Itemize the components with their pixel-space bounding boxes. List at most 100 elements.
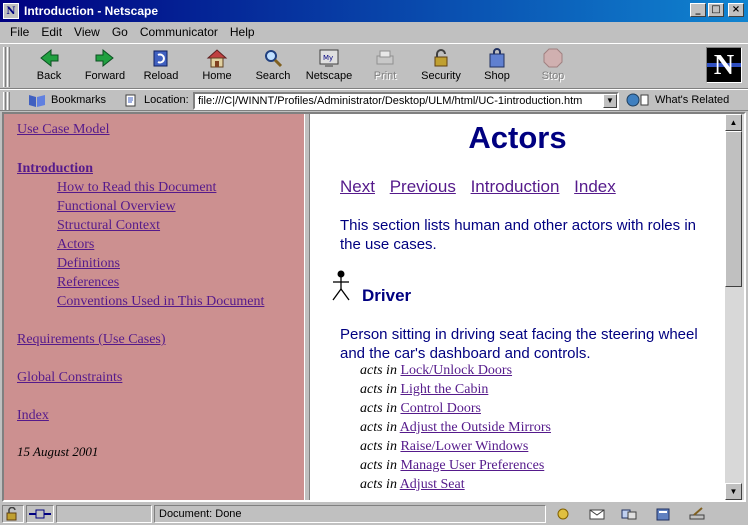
search-label: Search xyxy=(255,70,291,82)
actor-stick-figure-icon xyxy=(332,270,350,301)
stop-icon xyxy=(543,48,563,68)
url-field[interactable]: file:///C|/WINNT/Profiles/Administrator/… xyxy=(193,92,619,110)
address-book-component-icon[interactable] xyxy=(654,507,672,521)
menu-view[interactable]: View xyxy=(74,25,100,39)
back-button[interactable]: Back xyxy=(23,47,75,87)
nav-link-requirements[interactable]: Requirements (Use Cases) xyxy=(17,332,166,348)
nav-link-global-constraints[interactable]: Global Constraints xyxy=(17,370,122,386)
menu-help[interactable]: Help xyxy=(230,25,255,39)
security-button[interactable]: Security xyxy=(415,47,467,87)
maximize-button[interactable]: □ xyxy=(708,3,724,17)
scroll-down-button[interactable]: ▼ xyxy=(725,483,742,500)
print-button[interactable]: Print xyxy=(359,47,411,87)
url-dropdown-button[interactable]: ▼ xyxy=(603,94,617,108)
resize-grip[interactable] xyxy=(724,505,746,523)
online-plug-icon xyxy=(29,509,51,519)
nav-link-how-to-read[interactable]: How to Read this Document xyxy=(57,180,216,196)
menu-bar: File Edit View Go Communicator Help xyxy=(0,22,748,42)
page-heading: Actors xyxy=(468,120,567,155)
nav-link-actors[interactable]: Actors xyxy=(57,237,94,253)
print-label: Print xyxy=(373,70,397,82)
nav-link-references[interactable]: References xyxy=(57,275,119,291)
toolbar-grip[interactable] xyxy=(7,47,10,87)
use-case-link[interactable]: Adjust Seat xyxy=(400,477,465,492)
use-case-link[interactable]: Lock/Unlock Doors xyxy=(400,363,512,378)
toolbar-grip[interactable] xyxy=(3,47,6,87)
navigator-component-icon[interactable] xyxy=(554,507,572,521)
search-icon xyxy=(265,50,283,68)
menu-go[interactable]: Go xyxy=(112,25,128,39)
menu-communicator[interactable]: Communicator xyxy=(140,25,218,39)
menu-file[interactable]: File xyxy=(10,25,29,39)
toolbar-grip[interactable] xyxy=(3,92,6,110)
printer-icon xyxy=(376,50,394,65)
intro-paragraph: This section lists human and other actor… xyxy=(340,217,696,253)
bookmarks-button[interactable]: Bookmarks xyxy=(27,92,106,108)
page-proxy-icon[interactable] xyxy=(124,93,138,107)
nav-link-introduction[interactable]: Introduction xyxy=(17,161,93,177)
actor-description: Person sitting in driving seat facing th… xyxy=(340,326,698,362)
forward-label: Forward xyxy=(84,70,126,82)
shop-button[interactable]: Shop xyxy=(471,47,523,87)
nav-link-conventions[interactable]: Conventions Used in This Document xyxy=(57,294,264,310)
nav-link-index[interactable]: Index xyxy=(17,408,49,424)
use-case-link[interactable]: Adjust the Outside Mirrors xyxy=(400,420,551,435)
security-status-cell[interactable] xyxy=(2,505,24,523)
my-netscape-icon: My xyxy=(319,49,339,67)
scroll-up-button[interactable]: ▲ xyxy=(725,114,742,131)
whats-related-icon xyxy=(626,93,649,107)
nav-link-structural-context[interactable]: Structural Context xyxy=(57,218,160,234)
nav-link-use-case-model[interactable]: Use Case Model xyxy=(17,122,110,138)
home-button[interactable]: Home xyxy=(191,47,243,87)
use-case-link[interactable]: Control Doors xyxy=(400,401,481,416)
stop-button[interactable]: Stop xyxy=(527,47,579,87)
shop-label: Shop xyxy=(484,70,510,82)
whats-related-label: What's Related xyxy=(655,94,730,106)
security-lock-icon xyxy=(434,49,448,67)
bookmarks-label: Bookmarks xyxy=(51,94,107,106)
forward-button[interactable]: Forward xyxy=(79,47,131,87)
navigation-toolbar: Back Forward Reload Home Search My Netsc… xyxy=(0,43,748,89)
navigation-frame: Use Case Model Introduction How to Read … xyxy=(4,114,304,500)
menu-edit[interactable]: Edit xyxy=(41,25,62,39)
vertical-scrollbar[interactable]: ▲ ▼ xyxy=(725,114,744,500)
acts-in-label: acts in xyxy=(360,363,397,378)
scroll-thumb[interactable] xyxy=(725,131,742,287)
main-frame: Actors Next Previous Introduction Index … xyxy=(310,114,725,500)
netscape-logo[interactable]: N xyxy=(706,47,742,83)
previous-link[interactable]: Previous xyxy=(390,177,456,196)
search-button[interactable]: Search xyxy=(247,47,299,87)
minimize-button[interactable]: _ xyxy=(690,3,706,17)
toolbar-grip[interactable] xyxy=(7,92,10,110)
home-label: Home xyxy=(202,70,232,82)
reload-button[interactable]: Reload xyxy=(135,47,187,87)
bookmarks-icon xyxy=(29,95,45,107)
whats-related-button[interactable]: What's Related xyxy=(625,92,729,108)
connection-status-cell xyxy=(26,505,54,523)
acts-in-label: acts in xyxy=(360,458,397,473)
back-arrow-icon xyxy=(40,48,59,68)
newsgroups-component-icon[interactable] xyxy=(620,507,638,521)
composer-component-icon[interactable] xyxy=(688,507,706,521)
use-case-link[interactable]: Manage User Preferences xyxy=(400,458,544,473)
acts-in-item: acts in Adjust the Outside Mirrors xyxy=(360,420,551,436)
location-label: Location: xyxy=(144,94,189,106)
acts-in-item: acts in Adjust Seat xyxy=(360,477,465,493)
netscape-app-icon[interactable]: N xyxy=(3,3,19,19)
index-link[interactable]: Index xyxy=(574,177,616,196)
forward-arrow-icon xyxy=(95,48,114,68)
netscape-button[interactable]: My Netscape xyxy=(303,47,355,87)
page-nav-links: Next Previous Introduction Index xyxy=(340,177,626,197)
mail-component-icon[interactable] xyxy=(588,507,606,521)
next-link[interactable]: Next xyxy=(340,177,375,196)
use-case-link[interactable]: Raise/Lower Windows xyxy=(400,439,528,454)
introduction-link[interactable]: Introduction xyxy=(471,177,560,196)
back-label: Back xyxy=(36,70,62,82)
nav-link-functional-overview[interactable]: Functional Overview xyxy=(57,199,176,215)
reload-icon xyxy=(153,50,168,67)
use-case-link[interactable]: Light the Cabin xyxy=(400,382,488,397)
title-bar: N Introduction - Netscape _ □ × xyxy=(0,0,748,22)
nav-link-definitions[interactable]: Definitions xyxy=(57,256,120,272)
window-controls: _ □ × xyxy=(690,3,744,17)
close-button[interactable]: × xyxy=(728,3,744,17)
